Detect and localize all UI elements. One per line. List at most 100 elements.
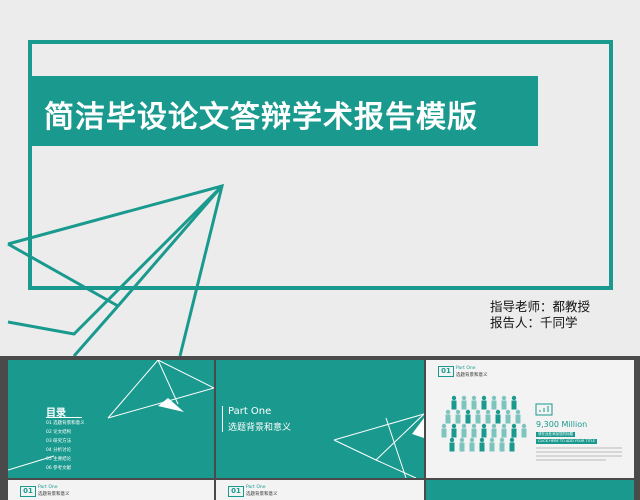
person-body — [521, 428, 527, 438]
person-head — [491, 395, 497, 401]
part-one-divider — [222, 406, 223, 432]
person-head — [461, 423, 467, 429]
person-body — [481, 428, 487, 438]
stat-value: 9,300 Million — [536, 420, 588, 429]
person-head — [461, 395, 467, 401]
text-lines-placeholder — [536, 447, 622, 461]
toc-item: 02 论文结构 — [46, 430, 72, 435]
toc-item: 06 参考文献 — [46, 466, 72, 471]
person-head — [499, 437, 505, 443]
person-head — [445, 409, 451, 415]
toc-item: 05 主要结论 — [46, 457, 72, 462]
part-one-title: Part One — [228, 406, 272, 417]
person-body — [461, 428, 467, 438]
person-head — [481, 423, 487, 429]
person-head — [459, 437, 465, 443]
person-body — [459, 442, 465, 452]
person-head — [451, 395, 457, 401]
slide-thumbnail-stats[interactable]: 01 Part One 选题背景和意义 9,300 Million 请在此处添加… — [426, 360, 634, 478]
paper-plane-icon — [333, 413, 424, 478]
person-body — [451, 400, 457, 410]
person-head — [441, 423, 447, 429]
person-head — [481, 395, 487, 401]
person-body — [475, 414, 481, 424]
person-body — [491, 400, 497, 410]
person-body — [461, 400, 467, 410]
person-head — [501, 395, 507, 401]
person-head — [475, 409, 481, 415]
stat-pill-en: CLICK HERE TO ADD YOUR TITLE — [536, 439, 598, 444]
person-head — [479, 437, 485, 443]
person-head — [489, 437, 495, 443]
person-head — [465, 409, 471, 415]
slide-thumbnail-bottom-1[interactable]: 01 Part One 选题背景和意义 — [8, 480, 214, 500]
title-bar: 简洁毕设论文答辩学术报告模版 — [30, 76, 538, 146]
plane-fill — [412, 418, 424, 438]
person-body — [445, 414, 451, 424]
toc-item: 01 选题背景和意义 — [46, 421, 85, 426]
person-body — [491, 428, 497, 438]
person-body — [441, 428, 447, 438]
person-body — [505, 414, 511, 424]
person-head — [455, 409, 461, 415]
stat-pill-cn: 请在此处添加您的标题 — [536, 432, 575, 437]
person-head — [491, 423, 497, 429]
section-subtitle: 选题背景和意义 — [246, 492, 278, 497]
toc-underline — [46, 417, 82, 418]
person-body — [501, 400, 507, 410]
person-body — [489, 442, 495, 452]
person-head — [451, 423, 457, 429]
person-body — [455, 414, 461, 424]
section-number: 01 — [20, 486, 36, 497]
slide-thumbnail-bottom-3[interactable] — [426, 480, 634, 500]
people-icon — [441, 395, 527, 452]
person-head — [501, 423, 507, 429]
person-body — [449, 442, 455, 452]
paper-plane-icon — [8, 360, 214, 471]
toc-plane-graphics — [8, 360, 214, 471]
person-body — [495, 414, 501, 424]
person-body — [501, 428, 507, 438]
person-body — [485, 414, 491, 424]
section-number: 01 — [228, 486, 244, 497]
slide-thumbnail-toc[interactable]: 目录 01 选题背景和意义 02 论文结构 03 研究方法 04 分析讨论 05… — [8, 360, 214, 478]
person-body — [509, 442, 515, 452]
person-body — [465, 414, 471, 424]
part-one-subtitle: 选题背景和意义 — [228, 423, 292, 433]
person-head — [509, 437, 515, 443]
person-head — [495, 409, 501, 415]
slide-title: 简洁毕设论文答辩学术报告模版 — [44, 100, 478, 135]
person-body — [481, 400, 487, 410]
person-body — [471, 400, 477, 410]
person-body — [469, 442, 475, 452]
main-slide: 简洁毕设论文答辩学术报告模版 指导老师：都教授 报告人：千同学 — [0, 0, 640, 356]
person-head — [511, 395, 517, 401]
toc-item: 04 分析讨论 — [46, 448, 72, 453]
person-head — [449, 437, 455, 443]
section-part: Part One — [246, 485, 266, 490]
people-graphic — [441, 395, 622, 461]
person-head — [471, 423, 477, 429]
toc-item: 03 研究方法 — [46, 439, 72, 444]
person-head — [515, 409, 521, 415]
slide-thumbnail-bottom-2[interactable]: 01 Part One 选题背景和意义 — [216, 480, 424, 500]
person-body — [511, 400, 517, 410]
person-body — [499, 442, 505, 452]
section-part: Part One — [38, 485, 58, 490]
person-body — [479, 442, 485, 452]
person-head — [511, 423, 517, 429]
person-head — [485, 409, 491, 415]
person-head — [505, 409, 511, 415]
part-one-graphics — [333, 413, 424, 478]
person-head — [469, 437, 475, 443]
person-body — [471, 428, 477, 438]
person-body — [515, 414, 521, 424]
person-head — [521, 423, 527, 429]
paper-plane-icon — [7, 183, 225, 356]
person-body — [511, 428, 517, 438]
person-body — [451, 428, 457, 438]
chart-icon — [535, 403, 553, 416]
reporter-label: 报告人：千同学 — [490, 315, 578, 330]
section-subtitle: 选题背景和意义 — [38, 492, 70, 497]
slide-thumbnail-part-one[interactable]: Part One 选题背景和意义 — [216, 360, 424, 478]
